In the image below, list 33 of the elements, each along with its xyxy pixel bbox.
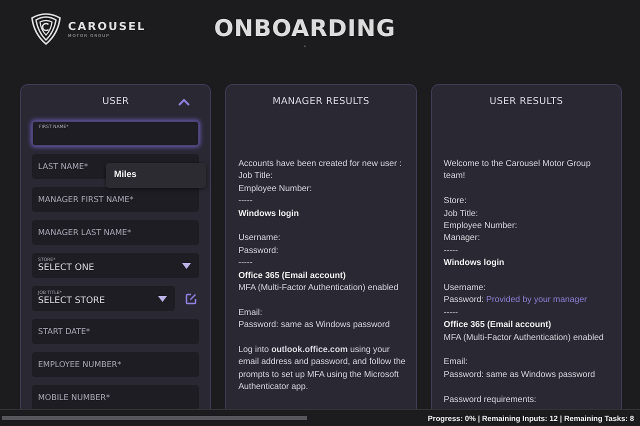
panel-title: USER RESULTS	[490, 96, 564, 106]
result-text: Job Title:	[444, 206, 480, 220]
panel-title: USER	[102, 96, 130, 106]
result-text: -----	[444, 244, 459, 256]
brand-name: CAROUSEL	[68, 20, 146, 33]
result-text: Log into outlook.office.com using your email address and password, and follow the prompts to set up MFA using the Microsoft Authenticator app.	[238, 343, 407, 393]
result-text: Email:	[238, 306, 264, 318]
result-text: -----	[444, 306, 459, 318]
result-text: Username:	[238, 231, 282, 244]
section-heading: Windows login	[238, 206, 300, 220]
result-text: Password: same as Windows password	[238, 318, 391, 331]
section-heading: Office 365 (Email account)	[238, 268, 347, 282]
result-text: -----	[238, 256, 254, 269]
result-text: Employee Number:	[238, 182, 313, 194]
result-text: Password requirements:	[444, 392, 538, 406]
result-text: MFA (Multi-Factor Authentication) enabled	[238, 281, 400, 294]
page-title: ONBOARDING	[214, 16, 396, 42]
result-text: Manager:	[444, 231, 481, 244]
result-text: Password: same as Windows password	[444, 368, 596, 380]
result-text: Password:	[238, 244, 280, 256]
result-label: Password:	[444, 294, 484, 304]
result-text: Username:	[444, 281, 487, 294]
result-text: Email:	[444, 355, 469, 368]
result-text: Welcome to the Carousel Motor Group team!	[444, 157, 592, 182]
result-text: MFA (Multi-Factor Authentication) enabled	[444, 330, 605, 344]
panel-title: MANAGER RESULTS	[272, 96, 370, 106]
section-heading: Windows login	[444, 256, 506, 269]
result-text: Store:	[444, 194, 468, 207]
result-text: Accounts have been created for new user :	[238, 157, 403, 170]
section-heading: Office 365 (Email account)	[444, 318, 552, 331]
result-text: Employee Number:	[444, 219, 518, 232]
result-text: -----	[238, 194, 254, 207]
result-text: Job Title:	[238, 169, 274, 182]
